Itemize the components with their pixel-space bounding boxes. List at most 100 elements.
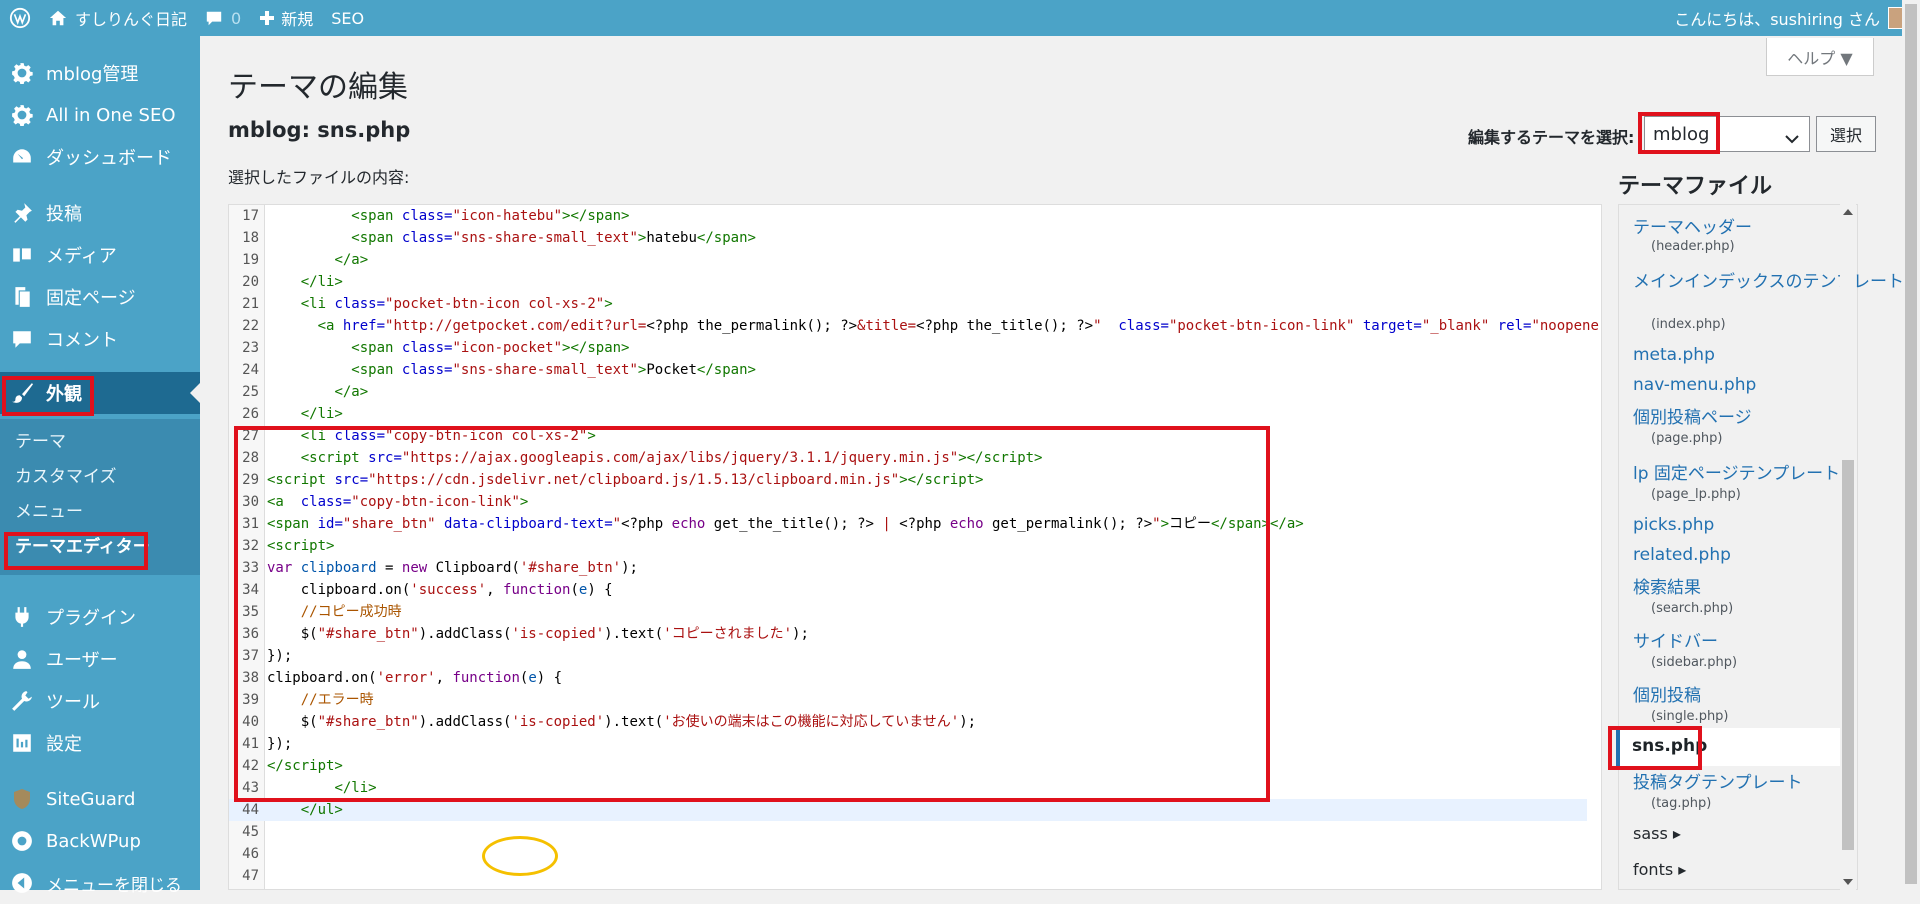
comments-link[interactable]: 0 [196,0,250,36]
file-name: (index.php) [1651,317,1726,332]
new-content-link[interactable]: 新規 [250,0,322,36]
sidebar-item-all-in-one-seo[interactable]: All in One SEO [0,94,200,136]
help-tab-button[interactable]: ヘルプ ▼ [1766,38,1874,76]
file-link-page[interactable]: 個別投稿ページ [1633,403,1752,428]
file-link-sidebar[interactable]: サイドバー [1633,627,1718,652]
file-name: (page.php) [1651,431,1723,446]
sidebar-item-label: SiteGuard [46,788,136,810]
seo-label: SEO [331,8,365,28]
content-label: 選択したファイルの内容: [228,168,410,187]
file-link-picks[interactable]: picks.php [1633,515,1714,535]
comments-count: 0 [231,8,242,28]
code-line: 18 <span class="sns-share-small_text">ha… [242,230,756,246]
code-line: 19 </a> [242,252,369,268]
annotation-box-code [234,426,1270,802]
sidebar-item-label: プラグイン [46,608,136,629]
code-line: 17 <span class="icon-hatebu"></span> [242,208,630,224]
sidebar-item-settings[interactable]: 設定 [0,722,200,764]
pin-icon [8,199,36,227]
select-button[interactable]: 選択 [1816,116,1876,152]
user-icon [8,645,36,673]
sidebar-item-siteguard[interactable]: SiteGuard [0,778,200,820]
site-name-link[interactable]: すしりんぐ日記 [40,0,196,36]
file-link-search[interactable]: 検索結果 [1633,573,1701,598]
sidebar-item-label: ダッシュボード [46,148,172,169]
folder-label: fonts [1633,860,1674,879]
annotation-box-theme-select [1638,112,1720,154]
file-scroll-down-arrow-icon[interactable] [1843,879,1853,885]
my-account-link[interactable]: こんにちは、sushiring さん [1665,0,1920,36]
code-line: 23 <span class="icon-pocket"></span> [242,340,630,356]
submenu-item-themes[interactable]: テーマ [15,427,66,452]
main-content: ヘルプ ▼ テーマの編集 mblog: sns.php 選択したファイルの内容:… [200,36,1920,890]
current-indicator [190,383,200,403]
file-title: mblog: sns.php [228,118,411,142]
sidebar-item-backwpup[interactable]: BackWPup [0,820,200,862]
home-icon [49,9,67,27]
site-name: すしりんぐ日記 [75,10,188,29]
comment-icon [8,325,36,353]
sidebar-item-label: 固定ページ [46,288,136,309]
chevron-down-icon [1785,129,1799,150]
code-line: 26 </li> [242,406,343,422]
code-line: 20 </li> [242,274,343,290]
file-name: (single.php) [1651,709,1729,724]
file-list-scrollbar-thumb[interactable] [1842,460,1854,850]
folder-fonts[interactable]: fonts ▸ [1633,860,1686,879]
theme-file-list-bottom: 投稿タグテンプレート (tag.php) sass ▸ fonts ▸ [1618,766,1858,890]
gear-icon [8,101,36,129]
sidebar-item-comments[interactable]: コメント [0,318,200,360]
sidebar-item-posts[interactable]: 投稿 [0,192,200,234]
submenu-item-customize[interactable]: カスタマイズ [15,462,117,487]
folder-sass[interactable]: sass ▸ [1633,824,1681,843]
file-link-index[interactable]: メインインデックスのテンプレート [1633,267,1904,292]
file-link-nav-menu[interactable]: nav-menu.php [1633,375,1756,395]
sidebar-item-label: mblog管理 [46,64,139,85]
sidebar-item-media[interactable]: メディア [0,234,200,276]
sidebar-item-label: BackWPup [46,830,141,852]
caret-right-icon: ▸ [1672,824,1681,843]
gear-icon [8,59,36,87]
sidebar-item-label: コメント [46,330,118,351]
admin-sidebar: mblog管理 All in One SEO ダッシュボード 投稿 メディア 固… [0,36,200,896]
file-link-tag[interactable]: 投稿タグテンプレート [1633,768,1803,793]
dashboard-icon [8,143,36,171]
plugin-icon [8,603,36,631]
code-line-active: 44 </ul> [229,799,1587,821]
submenu-item-menus[interactable]: メニュー [15,497,83,522]
comment-icon [205,9,223,27]
sidebar-item-plugins[interactable]: プラグイン [0,596,200,638]
file-link-page-lp[interactable]: lp 固定ページテンプレート [1633,459,1840,484]
sidebar-item-pages[interactable]: 固定ページ [0,276,200,318]
collapse-icon [8,869,36,897]
file-link-related[interactable]: related.php [1633,545,1731,565]
file-name: (search.php) [1651,601,1734,616]
code-line: 22 <a href="http://getpocket.com/edit?ur… [242,318,1601,334]
page-icon [8,283,36,311]
seo-link[interactable]: SEO [322,0,373,36]
annotation-box-sns-php [1608,726,1702,770]
code-line: 45 [242,824,259,840]
sidebar-item-tools[interactable]: ツール [0,680,200,722]
caret-right-icon: ▸ [1678,860,1687,879]
file-name: (page_lp.php) [1651,487,1741,502]
sidebar-item-label: 投稿 [46,204,82,225]
file-scroll-up-arrow-icon[interactable] [1843,209,1853,215]
sidebar-item-label: 設定 [46,734,82,755]
collapse-menu-button[interactable]: メニューを閉じる [0,862,200,904]
file-link-single[interactable]: 個別投稿 [1633,681,1701,706]
settings-icon [8,729,36,757]
folder-label: sass [1633,824,1668,843]
window-scrollbar-thumb[interactable] [1905,4,1917,884]
file-link-header[interactable]: テーマヘッダー [1633,213,1752,238]
sidebar-item-users[interactable]: ユーザー [0,638,200,680]
backup-icon [8,827,36,855]
sidebar-item-label: メニューを閉じる [46,875,182,896]
wordpress-logo-icon[interactable] [0,0,40,36]
sidebar-item-dashboard[interactable]: ダッシュボード [0,136,200,178]
theme-files-title: テーマファイル [1618,174,1773,199]
sidebar-item-label: All in One SEO [46,104,176,126]
sidebar-item-mblog[interactable]: mblog管理 [0,52,200,94]
code-line: 25 </a> [242,384,369,400]
file-link-meta[interactable]: meta.php [1633,345,1715,365]
